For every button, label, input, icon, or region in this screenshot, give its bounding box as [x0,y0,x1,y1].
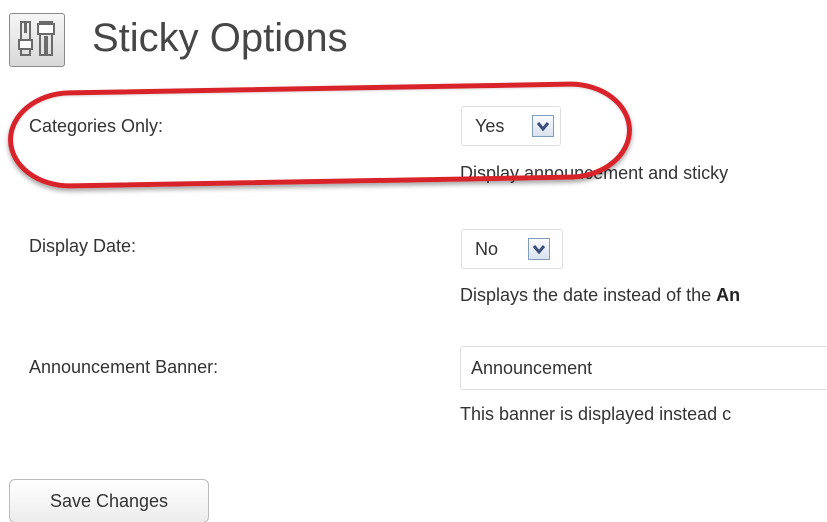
display-date-description-bold: An [716,285,741,305]
announcement-banner-description: This banner is displayed instead c [460,404,732,424]
categories-only-value: Yes [475,115,505,136]
chevron-down-icon[interactable] [528,238,550,260]
page-title: Sticky Options [92,16,348,60]
categories-only-select[interactable]: Yes [461,106,561,146]
display-date-description: Displays the date instead of the An [460,285,740,306]
sticky-options-page: Sticky Options Categories Only: Yes Disp… [0,0,827,522]
settings-sliders-icon [9,13,65,67]
announcement-banner-input[interactable] [460,346,827,390]
display-date-description-text: Displays the date instead of the [460,285,717,305]
categories-only-label: Categories Only: [29,116,164,136]
display-date-label: Display Date: [29,236,137,256]
display-date-select[interactable]: No [461,229,563,269]
categories-only-description: Display announcement and sticky [460,163,729,183]
display-date-value: No [475,238,499,259]
announcement-banner-label: Announcement Banner: [29,357,219,377]
save-changes-button[interactable]: Save Changes [9,479,209,522]
chevron-down-icon[interactable] [532,115,554,137]
